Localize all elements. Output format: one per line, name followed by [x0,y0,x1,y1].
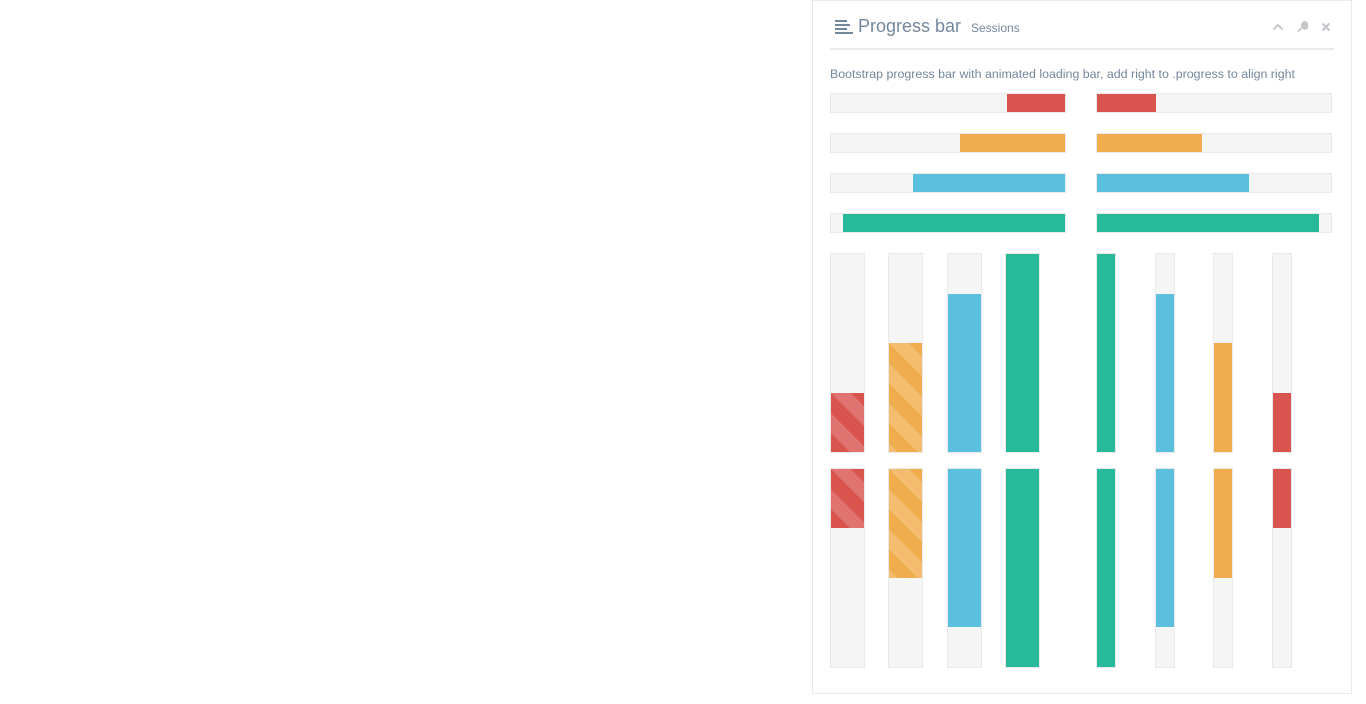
panel-toolbox [1270,19,1334,35]
wrench-icon[interactable] [1294,19,1310,35]
vertical-progress-bar-fill [1156,293,1174,452]
progress-bar-fill [959,134,1065,152]
vertical-progress-bar-fill [1214,343,1232,452]
vertical-progress-bar-fill [1006,469,1039,667]
progress-bar-right-aligned [830,93,1066,113]
progress-bar-fill [1006,94,1065,112]
vertical-progress-bar-fill [889,343,922,452]
vertical-progress-bar [947,468,982,668]
progress-bar-fill [1097,134,1203,152]
vertical-progress-bar [1005,468,1040,668]
vertical-progress-bar [1155,253,1175,453]
panel-header: Progress bar Sessions [830,1,1334,50]
vertical-progress-bar [1272,253,1292,453]
vertical-progress-bar [1096,253,1116,453]
vertical-progress-bar-fill [1156,469,1174,628]
vertical-progress-bar-fill [948,469,981,628]
vertical-progress-bar-fill [948,293,981,452]
progress-bar-right-aligned [830,133,1066,153]
close-icon[interactable] [1318,19,1334,35]
vertical-progress-bar-fill [1006,254,1039,452]
progress-bar-fill [912,174,1065,192]
progress-bar-fill [842,214,1065,232]
vertical-progress-bar-fill [1273,469,1291,529]
progress-bar-left-aligned [1096,93,1332,113]
vertical-progress-bar [830,253,865,453]
vertical-progress-bar-fill [1214,469,1232,578]
vertical-progress-bar-fill [831,469,864,529]
progress-bar-fill [1097,174,1250,192]
panel-title: Progress bar [858,16,962,36]
progress-bar-left-aligned [1096,173,1332,193]
progress-bar-left-aligned [1096,133,1332,153]
vertical-progress-bar [888,468,923,668]
progress-bar-fill [1097,94,1156,112]
vertical-progress-bar-fill [1273,392,1291,452]
progress-bar-panel: Progress bar Sessions Bootstrap progress… [812,0,1352,694]
vertical-progress-bar [888,253,923,453]
progress-bar-left-aligned [1096,213,1332,233]
progress-bar-right-aligned [830,213,1066,233]
chevron-up-icon[interactable] [1270,19,1286,35]
vertical-progress-bar [1213,253,1233,453]
vertical-progress-bar-fill [831,392,864,452]
vertical-progress-bar [1096,468,1116,668]
panel-description: Bootstrap progress bar with animated loa… [830,67,1295,81]
vertical-progress-bar [1272,468,1292,668]
vertical-progress-bar [947,253,982,453]
panel-subtitle: Sessions [971,21,1020,35]
vertical-progress-bar [1005,253,1040,453]
vertical-progress-bar [1155,468,1175,668]
vertical-progress-bar-fill [1097,254,1115,452]
progress-bar-right-aligned [830,173,1066,193]
align-left-icon [835,20,853,34]
vertical-progress-bar [830,468,865,668]
vertical-progress-bar-fill [889,469,922,578]
vertical-progress-bar [1213,468,1233,668]
vertical-progress-bar-fill [1097,469,1115,667]
progress-bar-fill [1097,214,1320,232]
